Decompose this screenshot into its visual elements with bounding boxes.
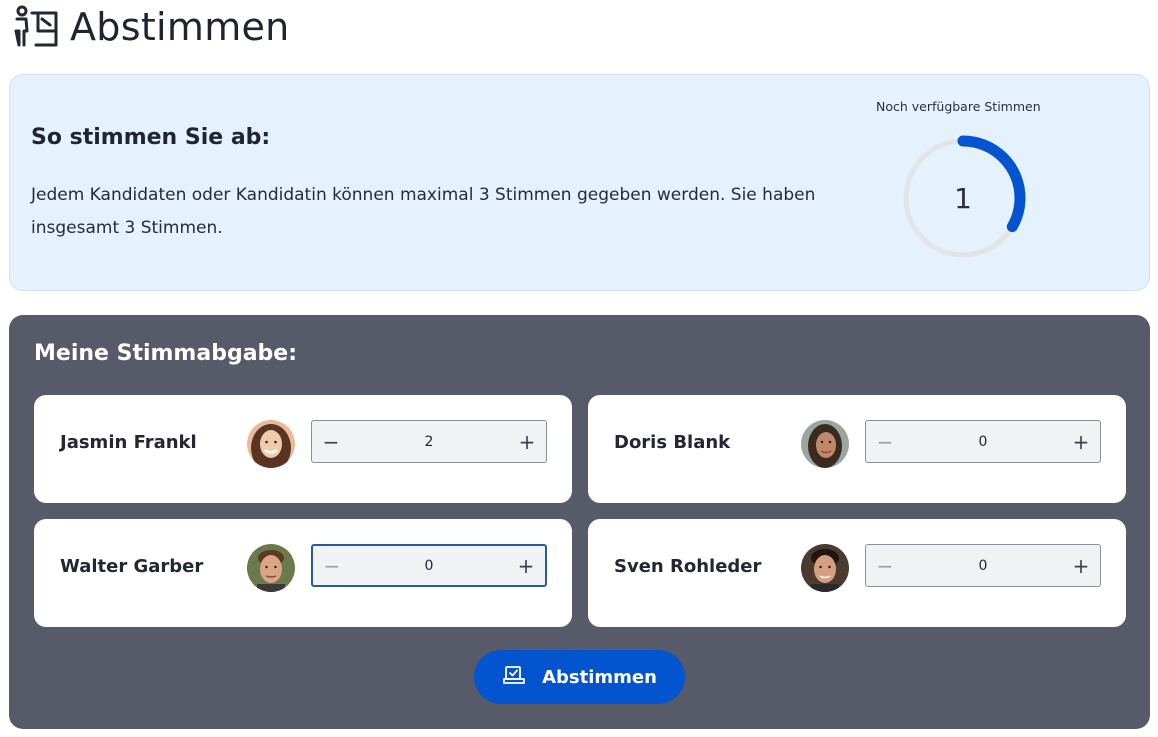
voting-booth-icon (12, 3, 60, 51)
avatar (247, 544, 295, 592)
ballot-box-icon (502, 663, 526, 692)
ballot-heading: Meine Stimmabgabe: (34, 341, 298, 366)
increment-button[interactable]: + (507, 546, 545, 585)
candidate-card: Sven Rohleder − 0 + (588, 519, 1126, 627)
avatar (801, 544, 849, 592)
submit-vote-button[interactable]: Abstimmen (474, 650, 685, 704)
candidate-name: Doris Blank (614, 432, 731, 453)
vote-count[interactable]: 2 (350, 434, 508, 450)
page-title: Abstimmen (70, 5, 290, 49)
increment-button[interactable]: + (1062, 421, 1100, 462)
increment-button[interactable]: + (1062, 545, 1100, 586)
avatar (801, 420, 849, 468)
vote-count[interactable]: 0 (904, 434, 1062, 450)
candidate-name: Jasmin Frankl (60, 432, 197, 453)
submit-vote-label: Abstimmen (542, 666, 657, 688)
vote-count[interactable]: 0 (904, 558, 1062, 574)
remaining-votes-label: Noch verfügbare Stimmen (876, 99, 1041, 114)
decrement-button[interactable]: − (312, 421, 350, 462)
candidate-name: Walter Garber (60, 556, 204, 577)
increment-button[interactable]: + (508, 421, 546, 462)
vote-stepper[interactable]: − 0 + (311, 544, 547, 587)
avatar (247, 420, 295, 468)
info-text: Jedem Kandidaten oder Kandidatin können … (31, 185, 816, 238)
vote-stepper[interactable]: − 2 + (311, 420, 547, 463)
page-header: Abstimmen (12, 2, 290, 52)
info-heading: So stimmen Sie ab: (31, 125, 271, 150)
vote-stepper[interactable]: − 0 + (865, 544, 1101, 587)
candidate-name: Sven Rohleder (614, 556, 762, 577)
candidate-card: Doris Blank − 0 + (588, 395, 1126, 503)
vote-stepper[interactable]: − 0 + (865, 420, 1101, 463)
decrement-button[interactable]: − (866, 545, 904, 586)
ballot-panel: Meine Stimmabgabe: Jasmin Frankl − 2 + D… (9, 315, 1150, 729)
decrement-button[interactable]: − (866, 421, 904, 462)
remaining-votes-value: 1 (954, 181, 972, 215)
candidate-card: Jasmin Frankl − 2 + (34, 395, 572, 503)
decrement-button[interactable]: − (313, 546, 351, 585)
candidate-card: Walter Garber − 0 + (34, 519, 572, 627)
vote-count[interactable]: 0 (351, 558, 507, 574)
info-panel: So stimmen Sie ab: Jedem Kandidaten oder… (9, 74, 1150, 291)
